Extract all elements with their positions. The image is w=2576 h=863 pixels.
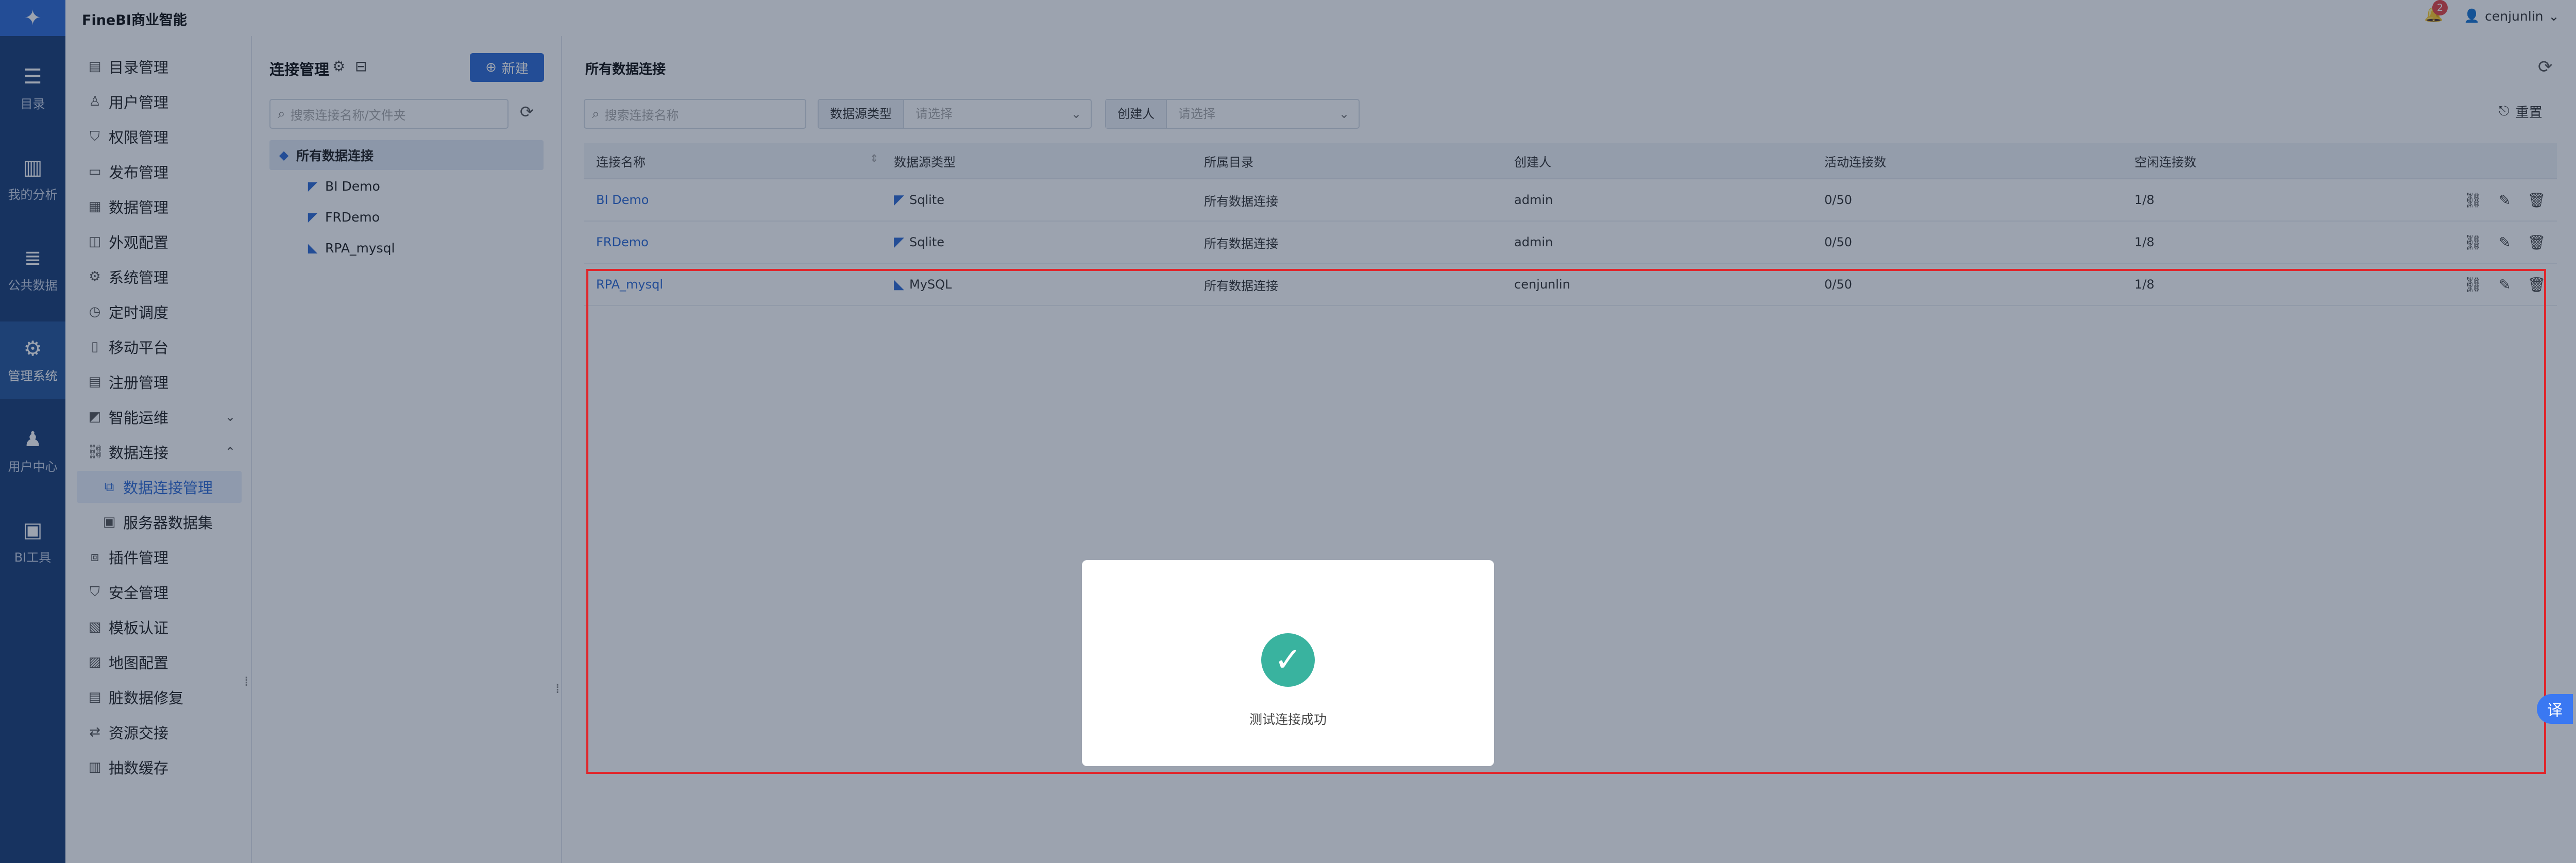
test-success-dialog: ✓ 测试连接成功 <box>1082 560 1494 766</box>
check-circle-icon: ✓ <box>1261 633 1315 687</box>
translate-button[interactable]: 译 <box>2537 694 2573 724</box>
app: ✦ ☰ 目录 ▥ 我的分析 ≣ 公共数据 ⚙ 管理系统 ♟ 用户中心 ▣ BI工… <box>0 0 2576 863</box>
dialog-message: 测试连接成功 <box>1249 712 1327 727</box>
